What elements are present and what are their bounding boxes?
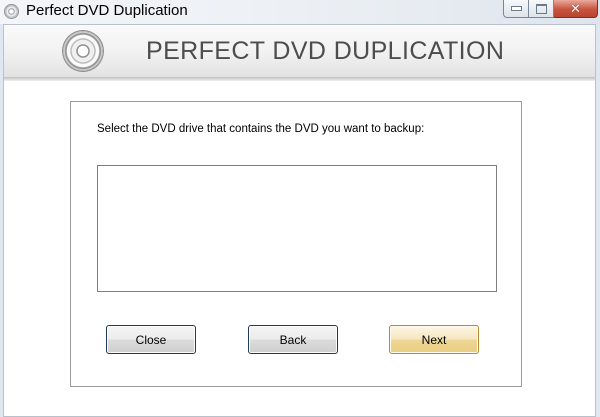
maximize-button[interactable] — [529, 0, 554, 18]
close-window-button[interactable]: ✕ — [554, 0, 598, 18]
wizard-panel: Select the DVD drive that contains the D… — [70, 101, 522, 387]
app-window: Perfect DVD Duplication ✕ PERFECT DVD DU… — [0, 0, 600, 417]
dvd-drive-list[interactable] — [97, 165, 497, 292]
maximize-icon — [535, 3, 547, 14]
caption-buttons: ✕ — [503, 0, 598, 19]
banner-divider — [4, 77, 595, 81]
header-banner: PERFECT DVD DUPLICATION — [4, 25, 595, 78]
close-button[interactable]: Close — [106, 325, 196, 354]
client-area: PERFECT DVD DUPLICATION Select the DVD d… — [3, 24, 596, 417]
minimize-icon — [510, 6, 522, 11]
title-bar[interactable]: Perfect DVD Duplication ✕ — [0, 0, 600, 24]
disc-icon — [4, 4, 19, 19]
instruction-label: Select the DVD drive that contains the D… — [97, 123, 425, 135]
close-icon: ✕ — [570, 1, 581, 16]
window-title: Perfect DVD Duplication — [26, 2, 188, 19]
minimize-button[interactable] — [503, 0, 529, 18]
disc-icon — [63, 31, 103, 71]
back-button[interactable]: Back — [248, 325, 338, 354]
banner-title: PERFECT DVD DUPLICATION — [146, 37, 505, 65]
next-button[interactable]: Next — [389, 325, 479, 354]
